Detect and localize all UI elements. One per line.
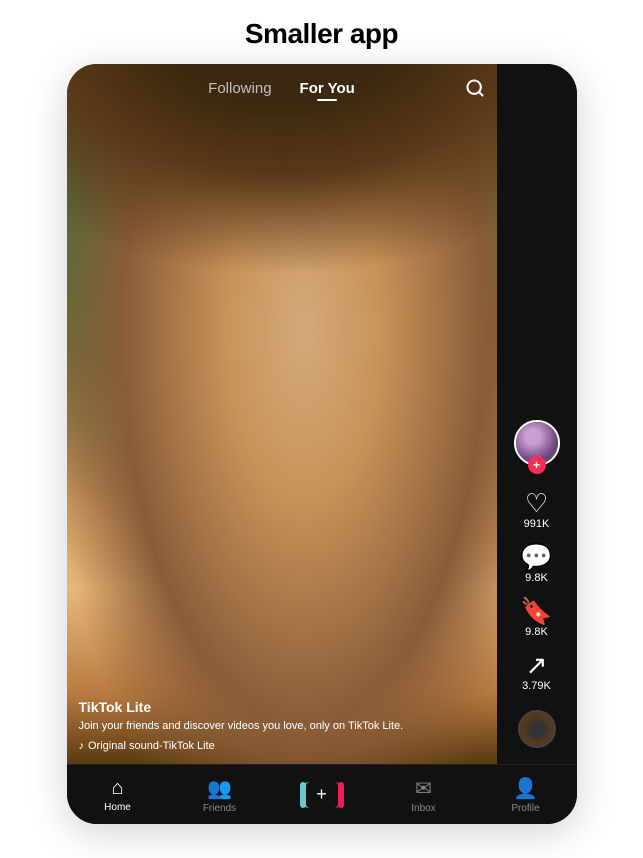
share-icon: ↗ xyxy=(526,652,548,678)
video-username: TikTok Lite xyxy=(79,699,489,715)
comment-count: 9.8K xyxy=(525,572,548,584)
add-button[interactable]: + xyxy=(303,782,341,808)
right-sidebar: + ♡ 991K 💬 9.8K 🔖 9.8K ↗ 3.79K xyxy=(497,64,577,764)
page-title: Smaller app xyxy=(245,18,398,50)
home-label: Home xyxy=(104,802,131,813)
search-button[interactable] xyxy=(465,78,485,103)
friends-label: Friends xyxy=(203,803,236,814)
music-disc xyxy=(518,710,556,748)
share-button[interactable]: ↗ 3.79K xyxy=(522,652,551,692)
hair-overlay xyxy=(67,64,497,414)
home-tab[interactable]: ⌂ Home xyxy=(67,777,169,813)
heart-icon: ♡ xyxy=(525,490,548,516)
create-tab[interactable]: + xyxy=(271,782,373,808)
avatar-container[interactable]: + xyxy=(514,420,560,466)
profile-icon: 👤 xyxy=(513,776,538,801)
following-tab[interactable]: Following xyxy=(208,80,271,97)
bookmark-button[interactable]: 🔖 9.8K xyxy=(520,598,552,638)
bookmark-count: 9.8K xyxy=(525,626,548,638)
video-area[interactable]: Following For You TikTok Lite Join your … xyxy=(67,64,497,764)
comment-icon: 💬 xyxy=(520,544,552,570)
video-info: TikTok Lite Join your friends and discov… xyxy=(79,699,489,752)
top-navigation: Following For You xyxy=(67,80,497,97)
device-frame: Following For You TikTok Lite Join your … xyxy=(67,64,577,824)
friends-tab[interactable]: 👥 Friends xyxy=(169,776,271,814)
profile-label: Profile xyxy=(511,803,539,814)
comment-button[interactable]: 💬 9.8K xyxy=(520,544,552,584)
bookmark-icon: 🔖 xyxy=(520,598,552,624)
add-icon: + xyxy=(306,782,338,808)
bottom-navigation: ⌂ Home 👥 Friends + ✉ Inbox 👤 Profile xyxy=(67,764,577,824)
like-button[interactable]: ♡ 991K xyxy=(524,490,550,530)
for-you-tab[interactable]: For You xyxy=(300,80,355,97)
inbox-icon: ✉ xyxy=(415,776,432,801)
follow-button[interactable]: + xyxy=(528,456,546,474)
inbox-tab[interactable]: ✉ Inbox xyxy=(373,776,475,814)
share-count: 3.79K xyxy=(522,680,551,692)
video-description: Join your friends and discover videos yo… xyxy=(79,719,489,734)
like-count: 991K xyxy=(524,518,550,530)
music-note-icon: ♪ xyxy=(79,740,85,752)
inbox-label: Inbox xyxy=(411,803,435,814)
video-sound: ♪ Original sound-TikTok Lite xyxy=(79,740,489,752)
home-icon: ⌂ xyxy=(111,777,123,800)
friends-icon: 👥 xyxy=(207,776,232,801)
profile-tab[interactable]: 👤 Profile xyxy=(475,776,577,814)
